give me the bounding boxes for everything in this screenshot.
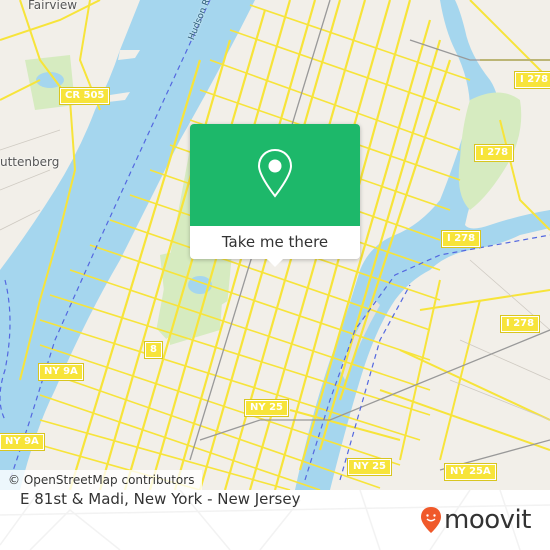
route-shield-i278: I 278 — [473, 144, 515, 162]
popup-pointer — [267, 259, 283, 267]
popup-header — [190, 124, 360, 226]
route-shield-ny25: NY 25 — [243, 399, 290, 417]
location-name: E 81st & Madi, New York - New Jersey — [20, 490, 301, 508]
route-shield-ny9a: NY 9A — [38, 363, 84, 381]
route-shield-i278: I 278 — [440, 230, 482, 248]
route-shield-ny25: NY 25 — [346, 458, 393, 476]
destination-popup: Take me there — [190, 124, 360, 267]
map-pin-icon — [257, 148, 293, 198]
route-shield-8: 8 — [144, 341, 163, 359]
route-shield-cr505: CR 505 — [58, 87, 111, 105]
route-shield-ny25a: NY 25A — [444, 463, 497, 481]
route-shield-i278: I 278 — [499, 315, 541, 333]
place-label-guttenberg: uttenberg — [0, 155, 60, 169]
place-label-fairview: Fairview — [28, 0, 78, 12]
take-me-there-button[interactable]: Take me there — [190, 226, 360, 259]
route-shield-ny9a: NY 9A — [0, 433, 45, 451]
moovit-logo[interactable]: moovit — [420, 503, 531, 537]
map-attribution[interactable]: © OpenStreetMap contributors — [0, 470, 203, 490]
moovit-wordmark: moovit — [444, 505, 531, 535]
route-shield-i278: I 278 — [513, 71, 550, 89]
moovit-face-pin-icon — [421, 507, 441, 533]
